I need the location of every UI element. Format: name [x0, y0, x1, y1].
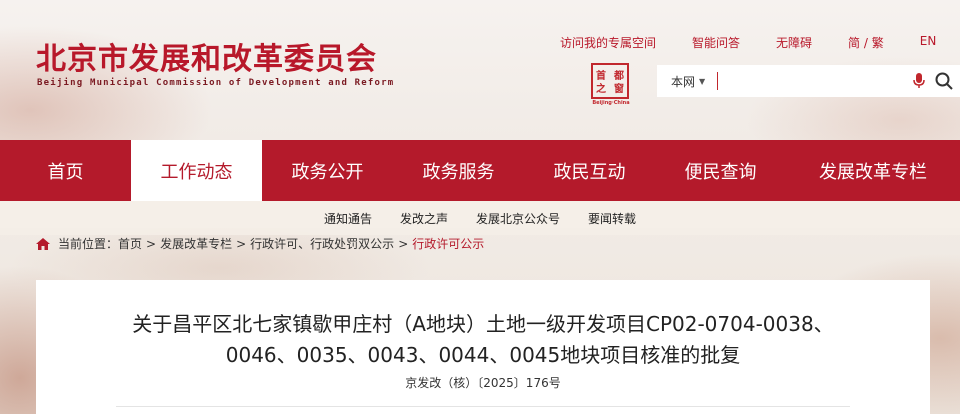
article-panel: 关于昌平区北七家镇歇甲庄村（A地块）土地一级开发项目CP02-0704-0038…: [36, 280, 930, 414]
home-icon: [36, 237, 50, 250]
search-scope-label: 本网: [671, 74, 696, 89]
nav-item-home[interactable]: 首页: [0, 140, 131, 201]
breadcrumb-reform-column[interactable]: 发展改革专栏: [160, 235, 232, 252]
sub-nav: 通知通告 发改之声 发展北京公众号 要闻转载: [0, 201, 960, 235]
breadcrumb: 当前位置： 首页 > 发展改革专栏 > 行政许可、行政处罚双公示 > 行政许可公…: [36, 235, 484, 252]
breadcrumb-separator: >: [146, 236, 157, 251]
divider: [116, 406, 850, 407]
subnav-item-notices[interactable]: 通知通告: [324, 210, 372, 227]
document-number: 京发改（核）〔2025〕176号: [405, 376, 561, 390]
nav-item-work-news[interactable]: 工作动态: [131, 140, 262, 201]
breadcrumb-double-disclosure[interactable]: 行政许可、行政处罚双公示: [250, 235, 394, 252]
article-title-line: 0046、0035、0043、0044、0045地块项目核准的批复: [225, 343, 741, 367]
search-scope-dropdown[interactable]: 本网 ▼: [657, 73, 715, 90]
article-title: 关于昌平区北七家镇歇甲庄村（A地块）土地一级开发项目CP02-0704-0038…: [36, 309, 930, 371]
top-links: 访问我的专属空间 智能问答 无障碍 简 / 繁 EN: [560, 34, 960, 51]
seal-char: 窗: [614, 84, 624, 95]
seal-caption: Beijing·China: [592, 100, 630, 106]
caret-down-icon: ▼: [699, 76, 706, 86]
capital-window-seal-logo[interactable]: 首 都 窗 之 Beijing·China: [591, 63, 631, 107]
nav-item-convenience-query[interactable]: 便民查询: [655, 140, 786, 201]
mic-icon[interactable]: [910, 73, 928, 89]
top-link-personal-space[interactable]: 访问我的专属空间: [560, 34, 656, 51]
top-link-english[interactable]: EN: [920, 34, 937, 51]
top-link-accessibility[interactable]: 无障碍: [776, 34, 812, 51]
site-title[interactable]: 北京市发展和改革委员会: [36, 34, 377, 78]
top-link-smart-qa[interactable]: 智能问答: [692, 34, 740, 51]
breadcrumb-current[interactable]: 行政许可公示: [412, 235, 484, 252]
nav-item-public-interaction[interactable]: 政民互动: [524, 140, 655, 201]
subnav-item-voice[interactable]: 发改之声: [400, 210, 448, 227]
seal-char: 之: [596, 84, 606, 95]
subnav-item-news-reprint[interactable]: 要闻转载: [588, 210, 636, 227]
search-box: 本网 ▼: [657, 65, 960, 97]
breadcrumb-label: 当前位置：: [58, 237, 119, 251]
nav-item-gov-services[interactable]: 政务服务: [393, 140, 524, 201]
site-subtitle: Beijing Municipal Commission of Developm…: [37, 78, 395, 88]
main-nav: 首页 工作动态 政务公开 政务服务 政民互动 便民查询 发展改革专栏: [0, 140, 960, 201]
nav-item-gov-affairs-disclosure[interactable]: 政务公开: [262, 140, 393, 201]
search-input[interactable]: [718, 67, 910, 95]
breadcrumb-home[interactable]: 首页: [118, 235, 142, 252]
search-icon[interactable]: [932, 72, 956, 90]
nav-item-reform-column[interactable]: 发展改革专栏: [786, 140, 960, 201]
breadcrumb-separator: >: [398, 236, 409, 251]
breadcrumb-separator: >: [236, 236, 247, 251]
subnav-item-official-account[interactable]: 发展北京公众号: [476, 210, 560, 227]
top-link-simplified-traditional[interactable]: 简 / 繁: [848, 34, 884, 51]
seal-box: 首 都 窗 之: [591, 63, 629, 99]
article-title-line: 关于昌平区北七家镇歇甲庄村（A地块）土地一级开发项目CP02-0704-0038…: [132, 312, 834, 336]
